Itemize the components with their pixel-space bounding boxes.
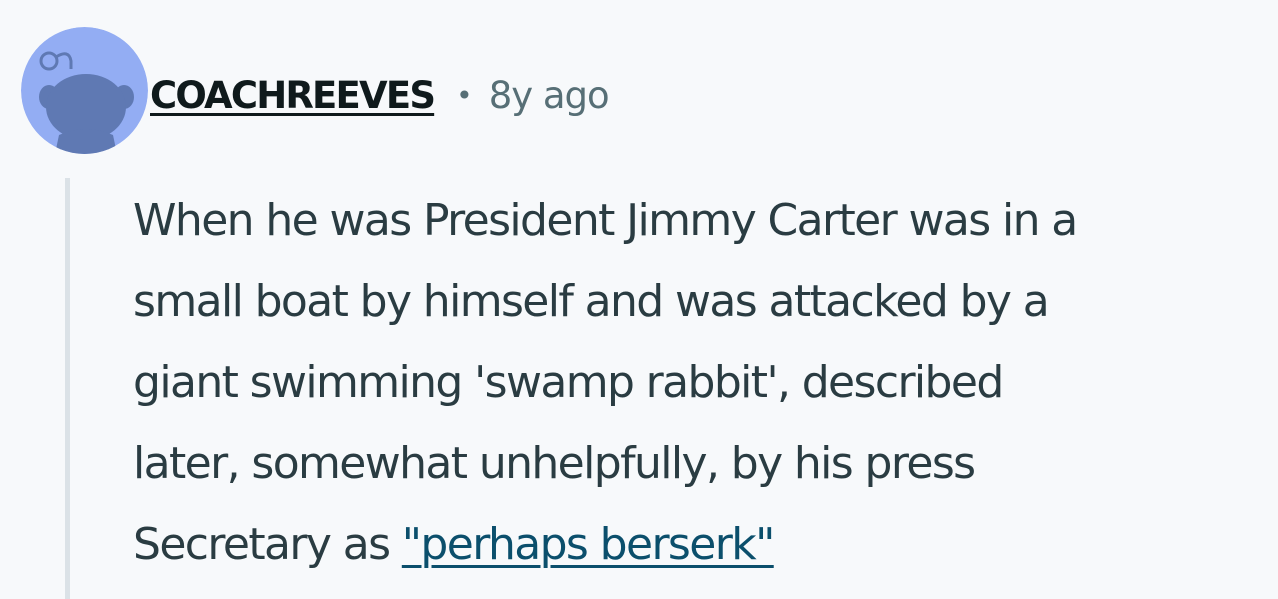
perhaps-berserk-link[interactable]: "perhaps berserk" (402, 519, 776, 570)
comment-body-text: Secretary as (133, 519, 402, 570)
comment-meta: COACHREEVES • 8y ago (150, 60, 610, 130)
comment-body-line: giant swimming 'swamp rabbit', described (133, 357, 1004, 408)
comment-body-line: small boat by himself and was attacked b… (133, 276, 1050, 327)
comment: COACHREEVES • 8y ago When he was Preside… (0, 0, 1278, 599)
snoo-avatar-icon (21, 27, 148, 154)
thread-collapse-line[interactable] (65, 178, 70, 599)
comment-body-last-line: Secretary as "perhaps berserk" (133, 504, 1273, 585)
comment-age[interactable]: 8y ago (489, 74, 610, 117)
comment-body-line: When he was President Jimmy Carter was i… (133, 195, 1078, 246)
comment-body-line: later, somewhat unhelpfully, by his pres… (133, 438, 976, 489)
comment-body: When he was President Jimmy Carter was i… (133, 180, 1273, 585)
user-avatar[interactable] (21, 27, 148, 154)
author-username-link[interactable]: COACHREEVES (150, 74, 436, 117)
meta-separator: • (456, 78, 473, 112)
